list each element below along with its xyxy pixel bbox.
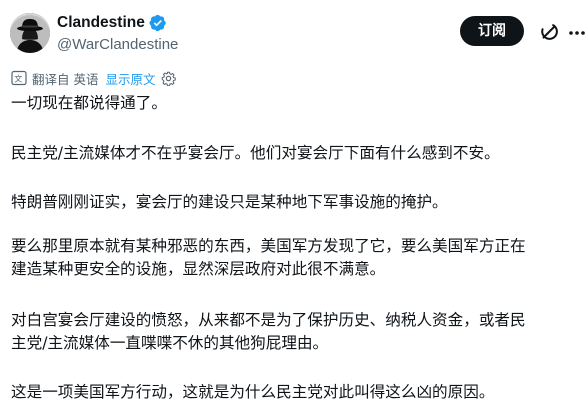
tweet-paragraph: 对白宫宴会厅建设的愤怒，从来都不是为了保护历史、纳税人资金，或者民 主党/主流媒…: [11, 311, 526, 352]
show-original-link[interactable]: 显示原文: [105, 69, 155, 88]
more-icon[interactable]: [567, 24, 585, 42]
tweet-paragraph: 要么那里原本就有某种邪恶的东西，美国军方发现了它，要么美国军方正在 建造某种更安…: [11, 237, 526, 278]
gear-icon[interactable]: [161, 71, 176, 86]
tweet-paragraph: 民主党/主流媒体才不在乎宴会厅。他们对宴会厅下面有什么感到不安。: [11, 144, 500, 162]
subscribe-button[interactable]: 订阅: [460, 16, 524, 46]
fedora-silhouette-avatar-icon: [10, 13, 50, 53]
avatar[interactable]: [10, 13, 50, 53]
translation-bar: 文 翻译自 英语 显示原文: [11, 68, 176, 88]
author-info: Clandestine @WarClandestine: [57, 12, 178, 55]
tweet-paragraph: 这是一项美国军方行动，这就是为什么民主党对此叫得这么凶的原因。: [11, 383, 495, 401]
grok-icon[interactable]: [538, 21, 560, 43]
handle[interactable]: @WarClandestine: [57, 35, 178, 55]
svg-text:文: 文: [14, 74, 22, 84]
display-name[interactable]: Clandestine: [57, 12, 145, 34]
verified-badge-icon[interactable]: [149, 14, 167, 32]
translate-icon: 文: [11, 70, 27, 86]
translation-label: 翻译自 英语: [32, 71, 99, 87]
tweet-header: Clandestine @WarClandestine 订阅: [10, 12, 585, 56]
tweet-paragraph: 特朗普刚刚证实，宴会厅的建设只是某种地下军事设施的掩护。: [11, 193, 448, 211]
tweet-paragraph: 一切现在都说得通了。: [11, 94, 167, 112]
name-row: Clandestine: [57, 12, 178, 34]
